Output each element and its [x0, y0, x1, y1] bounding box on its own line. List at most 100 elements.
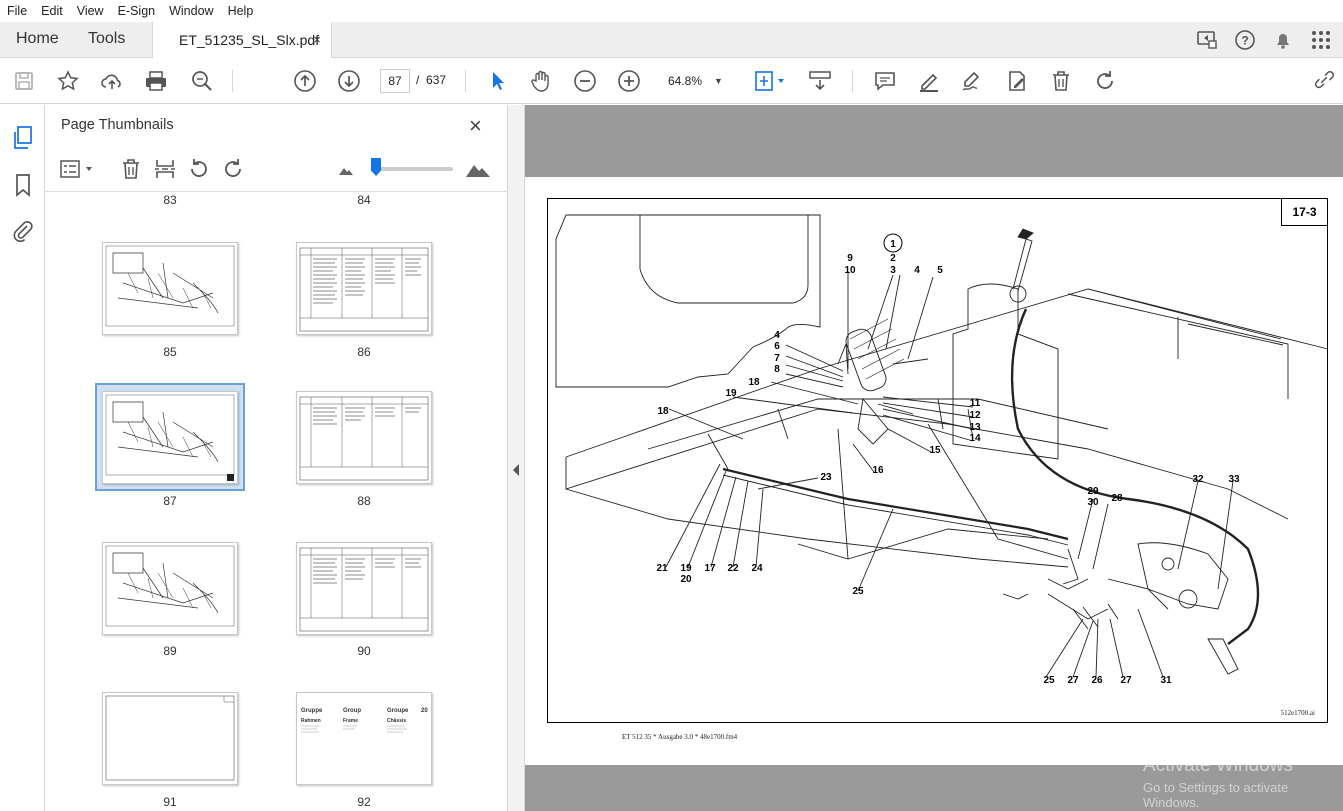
menu-help[interactable]: Help: [221, 4, 261, 18]
thumbnail-page-85[interactable]: [102, 242, 238, 335]
callout-15: 15: [929, 445, 941, 456]
callout-18a: 18: [748, 377, 760, 388]
thumb-label-87: 87: [163, 494, 177, 508]
large-mountain-icon: [466, 165, 490, 177]
star-icon[interactable]: [56, 69, 80, 93]
upload-cloud-icon[interactable]: [100, 69, 124, 93]
bell-icon[interactable]: [1271, 28, 1295, 52]
page-thumbnails-panel: Page Thumbnails × 83 84 85 86 87 88 89 9…: [45, 105, 542, 811]
page-number-input[interactable]: 87: [380, 69, 410, 93]
slider-handle[interactable]: [371, 158, 381, 176]
zoom-search-icon[interactable]: [190, 69, 214, 93]
thumb-label-84: 84: [357, 193, 371, 207]
thumbnail-page-88[interactable]: [296, 391, 432, 484]
zoom-select[interactable]: 64.8% ▼: [656, 69, 732, 93]
thumb-label-85: 85: [163, 345, 177, 359]
total-pages: 637: [426, 73, 447, 87]
sign-icon[interactable]: [960, 69, 984, 93]
tab-document[interactable]: ET_51235_SL_Slx.pdf ×: [152, 22, 332, 59]
thumbnail-size-slider[interactable]: [371, 158, 453, 176]
menu-window[interactable]: Window: [162, 4, 220, 18]
thumbnail-text-lines: [301, 725, 407, 733]
small-mountain-icon: [339, 168, 353, 175]
tab-home[interactable]: Home: [16, 30, 59, 48]
thumbnail-page-87[interactable]: [102, 391, 238, 484]
thumbnail-page-91[interactable]: [102, 692, 238, 785]
highlight-pen-icon[interactable]: [917, 69, 941, 93]
help-icon[interactable]: ?: [1233, 28, 1257, 52]
panel-close-button[interactable]: ×: [469, 113, 482, 139]
thumb-label-90: 90: [357, 644, 371, 658]
thumbnail-blank: [105, 695, 235, 781]
share-screen-icon[interactable]: [1195, 28, 1219, 52]
chevron-down-icon: ▼: [714, 76, 723, 86]
rotate-left-icon[interactable]: [187, 157, 211, 181]
panel-title: Page Thumbnails: [61, 117, 174, 133]
thumb-label-83: 83: [163, 193, 177, 207]
callout-1: 1: [890, 239, 896, 250]
print-icon[interactable]: [144, 69, 168, 93]
callout-3: 3: [890, 265, 896, 276]
bookmark-icon[interactable]: [13, 173, 33, 197]
callout-30: 30: [1087, 497, 1099, 508]
callout-27b: 27: [1120, 675, 1132, 686]
tab-tools[interactable]: Tools: [88, 30, 125, 48]
page-footer: ET 512 35 * Ausgabe 3.0 * 48e1700.fm4: [622, 733, 738, 741]
callout-10: 10: [844, 265, 856, 276]
thumbnail-drawing: [105, 245, 235, 327]
attachment-icon[interactable]: [12, 219, 34, 243]
pdf-page: 1 2 3 4 5 9 10 4 6 7 8 18 19 18 11 12 13…: [525, 177, 1343, 765]
page-separator: /: [416, 73, 420, 87]
menu-view[interactable]: View: [70, 4, 111, 18]
callout-18b: 18: [657, 406, 669, 417]
menu-esign[interactable]: E-Sign: [111, 4, 163, 18]
rotate-icon[interactable]: [1093, 69, 1117, 93]
top-right-icons: ?: [1195, 28, 1333, 52]
scroll-mode-icon[interactable]: [808, 69, 832, 93]
callout-13: 13: [969, 422, 981, 433]
select-cursor-icon[interactable]: [486, 69, 510, 93]
callout-23: 23: [820, 472, 832, 483]
callout-25b: 25: [1043, 675, 1055, 686]
thumb-label-92: 92: [357, 795, 371, 809]
delete-page-icon[interactable]: [119, 157, 143, 181]
share-link-icon[interactable]: [1312, 69, 1336, 93]
callout-25a: 25: [852, 586, 864, 597]
zoom-out-icon[interactable]: [573, 69, 597, 93]
callout-27a: 27: [1067, 675, 1079, 686]
edit-pdf-icon[interactable]: [1005, 69, 1029, 93]
left-rail: [0, 105, 45, 811]
thumbnail-options-icon[interactable]: [59, 157, 97, 181]
thumbnail-table: [299, 547, 429, 632]
save-icon[interactable]: [12, 69, 36, 93]
thumbnail-drawing: [105, 394, 235, 481]
callout-31: 31: [1160, 675, 1172, 686]
page-down-icon[interactable]: [337, 69, 361, 93]
page-total: / 637: [416, 73, 446, 87]
tab-bar: Home Tools ET_51235_SL_Slx.pdf × ?: [0, 22, 1343, 59]
callout-19a: 19: [725, 388, 737, 399]
comment-icon[interactable]: [873, 69, 897, 93]
thumbnail-page-89[interactable]: [102, 542, 238, 635]
menu-edit[interactable]: Edit: [34, 4, 70, 18]
rotate-right-icon[interactable]: [221, 157, 245, 181]
tab-close-button[interactable]: ×: [313, 32, 321, 47]
delete-icon[interactable]: [1049, 69, 1073, 93]
callout-7: 7: [774, 353, 780, 364]
panel-splitter[interactable]: [507, 105, 525, 811]
thumbnail-page-86[interactable]: [296, 242, 432, 335]
page-up-icon[interactable]: [293, 69, 317, 93]
thumbnail-page-90[interactable]: [296, 542, 432, 635]
callout-9: 9: [847, 253, 853, 264]
thumbnail-page-92[interactable]: Gruppe Group Groupe 20 Rahmen Frame Châs…: [296, 692, 432, 785]
apps-grid-icon[interactable]: [1309, 28, 1333, 52]
menu-file[interactable]: File: [0, 4, 34, 18]
zoom-in-icon[interactable]: [617, 69, 641, 93]
tab-document-label: ET_51235_SL_Slx.pdf: [179, 32, 320, 48]
page-thumbnails-icon[interactable]: [11, 125, 35, 151]
document-viewer[interactable]: 1 2 3 4 5 9 10 4 6 7 8 18 19 18 11 12 13…: [525, 105, 1343, 811]
extract-page-icon[interactable]: [153, 157, 177, 181]
fit-page-icon[interactable]: [752, 69, 788, 93]
hand-tool-icon[interactable]: [529, 69, 553, 93]
collapse-arrow-icon[interactable]: [512, 463, 520, 477]
